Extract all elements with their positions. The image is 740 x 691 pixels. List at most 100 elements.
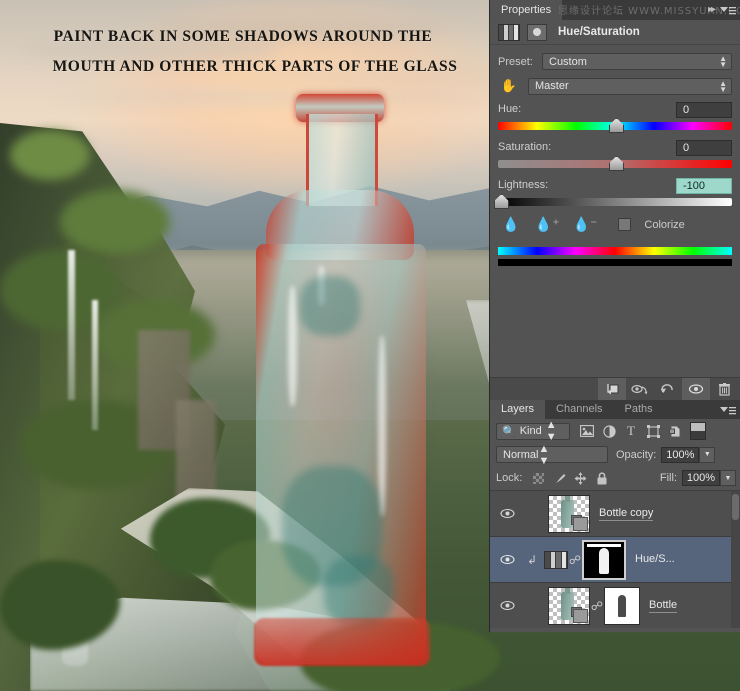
collapse-icon[interactable]: ▸▸ [708, 4, 716, 15]
hue-label: Hue: [498, 102, 522, 115]
layer-mask-thumbnail[interactable] [582, 539, 626, 580]
lightness-value-field[interactable]: -100 [676, 178, 732, 194]
eyedropper-row: 💧 💧⁺ 💧⁻ Colorize [502, 216, 732, 233]
caption-line-2: MOUTH AND OTHER THICK PARTS OF THE GLASS [52, 58, 458, 75]
fill-stepper[interactable]: ▼ [720, 470, 736, 486]
eyedropper-icon[interactable]: 💧 [502, 216, 522, 233]
moss-patch [60, 190, 170, 254]
adjustment-header: Hue/Saturation [490, 20, 740, 45]
tab-channels[interactable]: Channels [545, 400, 614, 419]
preset-label: Preset: [498, 55, 533, 68]
bottle-highlight [378, 336, 386, 516]
layer-name[interactable]: Bottle [649, 599, 678, 613]
layer-visibility-icon[interactable] [490, 508, 524, 519]
search-icon: 🔍 [502, 425, 516, 438]
layer-name[interactable]: Bottle copy [599, 507, 654, 521]
table-row[interactable]: Bottle copy [490, 491, 740, 537]
lock-label: Lock: [496, 472, 523, 484]
lock-all-icon[interactable] [591, 469, 612, 487]
fill-label: Fill: [659, 472, 677, 484]
layers-tabbar: Layers Channels Paths [490, 400, 740, 419]
filter-toggle-switch[interactable] [690, 422, 706, 440]
layer-list-scrollbar[interactable] [731, 491, 740, 628]
tab-properties[interactable]: Properties [490, 0, 563, 20]
saturation-label: Saturation: [498, 140, 552, 153]
channel-select[interactable]: Master ▲ ▼ [528, 77, 732, 95]
eyedropper-subtract-icon[interactable]: 💧⁻ [573, 216, 598, 233]
layer-name[interactable]: Hue/S... [635, 553, 675, 566]
layer-filter-row: 🔍 Kind ▲ ▼ T [490, 419, 740, 443]
targeted-adjustment-icon[interactable]: ✋ [498, 77, 520, 95]
toggle-visibility-icon[interactable] [682, 378, 710, 400]
spectrum-bar-top[interactable] [498, 247, 732, 255]
instruction-caption: PAINT BACK IN SOME SHADOWS AROUND THE MO… [0, 22, 486, 82]
opacity-stepper[interactable]: ▼ [699, 446, 716, 463]
bottle-teal-tint [324, 556, 394, 626]
lock-image-pixels-icon[interactable] [549, 469, 570, 487]
saturation-slider-thumb[interactable] [609, 156, 624, 171]
chevron-updown-icon: ▲ ▼ [538, 442, 550, 467]
view-previous-state-icon[interactable] [626, 378, 654, 400]
clip-to-layer-icon[interactable] [598, 378, 626, 400]
layer-thumbnail[interactable] [548, 494, 590, 533]
lock-transparent-pixels-icon[interactable] [528, 469, 549, 487]
link-mask-icon[interactable]: ☍ [568, 553, 582, 567]
layer-mask-thumbnail[interactable] [604, 586, 640, 625]
hue-value-field[interactable]: 0 [676, 102, 732, 118]
tab-layers[interactable]: Layers [490, 400, 546, 419]
layer-list: Bottle copy ↲ ☍ Hue/S... ☍ Bottle [490, 491, 740, 628]
opacity-label: Opacity: [616, 448, 657, 461]
color-range-bars [498, 247, 732, 266]
opacity-value-field[interactable]: 100% [661, 446, 700, 463]
delete-adjustment-icon[interactable] [710, 378, 738, 400]
preset-row: Preset: Custom ▲ ▼ [498, 53, 732, 70]
saturation-slider-track[interactable] [498, 156, 732, 171]
saturation-row: Saturation: 0 [498, 140, 732, 156]
channel-value: Master [535, 80, 569, 92]
lightness-slider-thumb[interactable] [494, 194, 509, 209]
layers-panel-menu-icon[interactable] [719, 404, 737, 416]
chevron-updown-icon: ▲ ▼ [719, 78, 727, 94]
histogram-icon [498, 23, 520, 41]
table-row[interactable]: ☍ Bottle [490, 583, 740, 628]
chevron-updown-icon: ▲ ▼ [719, 54, 727, 69]
filter-pixel-icon[interactable] [576, 421, 598, 441]
spectrum-bar-bottom[interactable] [498, 259, 732, 266]
filter-kind-select[interactable]: 🔍 Kind ▲ ▼ [496, 419, 570, 443]
layer-visibility-icon[interactable] [490, 554, 524, 565]
preset-value: Custom [549, 55, 587, 68]
fill-value-field[interactable]: 100% [682, 470, 720, 486]
hue-slider-thumb[interactable] [609, 118, 624, 133]
filter-smart-object-icon[interactable] [664, 421, 686, 441]
clipping-mask-arrow-icon: ↲ [526, 552, 538, 567]
lock-position-icon[interactable] [570, 469, 591, 487]
adjustment-circle-icon [527, 23, 547, 41]
bottle-highlight [288, 286, 297, 406]
preset-select[interactable]: Custom ▲ ▼ [542, 53, 732, 70]
table-row[interactable]: ↲ ☍ Hue/S... [490, 537, 740, 583]
hue-slider-track[interactable] [498, 118, 732, 133]
layer-visibility-icon[interactable] [490, 600, 524, 611]
filter-shape-icon[interactable] [642, 421, 664, 441]
lightness-row: Lightness: -100 [498, 178, 732, 194]
panel-menu-icon[interactable] [719, 4, 737, 16]
lightness-slider-track[interactable] [494, 194, 732, 209]
colorize-checkbox[interactable] [618, 218, 632, 231]
waterfall [68, 250, 75, 400]
chevron-updown-icon: ▲ ▼ [545, 419, 557, 443]
reset-icon[interactable] [654, 378, 682, 400]
adjustment-layer-icon[interactable] [544, 550, 568, 569]
bottle-artwork [228, 86, 496, 666]
filter-type-icon[interactable]: T [620, 421, 642, 441]
properties-footer [490, 377, 740, 400]
tab-paths[interactable]: Paths [613, 400, 664, 419]
panel-dock: Properties 思缘设计论坛 WWW.MISSYUAN.COM ▸▸ Hu… [490, 0, 740, 632]
link-mask-icon[interactable]: ☍ [590, 599, 604, 613]
filter-adjustment-icon[interactable] [598, 421, 620, 441]
layer-thumbnail[interactable] [548, 586, 590, 625]
saturation-value-field[interactable]: 0 [676, 140, 732, 156]
bottle-base-red [254, 618, 430, 666]
eyedropper-add-icon[interactable]: 💧⁺ [535, 216, 560, 233]
bottle-teal-tint [300, 276, 360, 336]
blend-mode-select[interactable]: Normal ▲ ▼ [496, 443, 608, 467]
